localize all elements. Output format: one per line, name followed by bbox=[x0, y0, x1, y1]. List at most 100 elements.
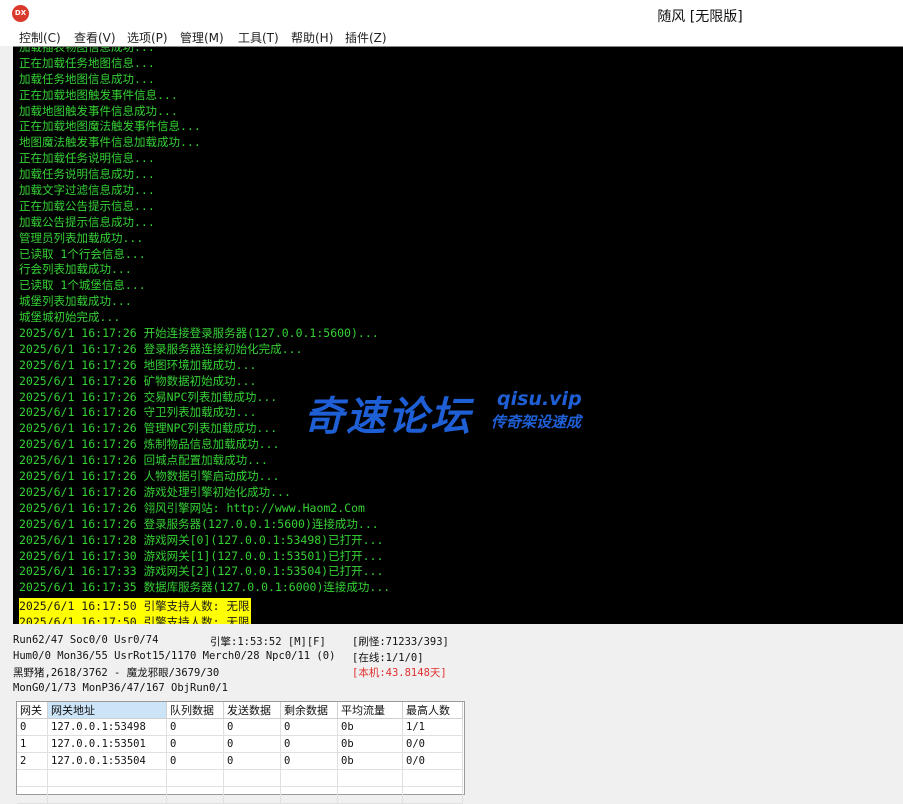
watermark-subtitle: 传奇架设速成 bbox=[491, 413, 582, 431]
log-line: 2025/6/1 16:17:26 登录服务器连接初始化完成... bbox=[19, 341, 303, 356]
status-run: Run62/47 Soc0/0 Usr0/74 bbox=[13, 634, 159, 646]
table-cell bbox=[337, 769, 403, 787]
log-line: 已读取 1个城堡信息... bbox=[19, 278, 146, 293]
table-cell bbox=[166, 769, 224, 787]
log-line: 加载公告提示信息成功... bbox=[19, 214, 155, 229]
log-line: 2025/6/1 16:17:35 数据库服务器(127.0.0.1:6000)… bbox=[19, 580, 391, 595]
log-line-highlighted: 2025/6/1 16:17:50 引擎支持人数: 无限 bbox=[19, 614, 252, 624]
table-row-empty bbox=[17, 786, 463, 804]
table-cell: 127.0.0.1:53498 bbox=[47, 718, 167, 736]
menu-control[interactable]: 控制(C) bbox=[19, 29, 61, 46]
table-cell: 2 bbox=[17, 752, 48, 770]
table-row-empty bbox=[17, 769, 463, 787]
table-cell bbox=[223, 769, 281, 787]
col-avg-traffic[interactable]: 平均流量 bbox=[337, 702, 403, 719]
log-line: 正在加载公告提示信息... bbox=[19, 198, 155, 213]
table-cell bbox=[47, 769, 167, 787]
log-line: 加载插表物图信息成功... bbox=[19, 46, 155, 54]
table-cell: 0 bbox=[223, 735, 281, 753]
log-line: 城堡列表加载成功... bbox=[19, 294, 132, 309]
table-cell: 0 bbox=[280, 752, 338, 770]
table-cell: 0b bbox=[337, 735, 403, 753]
log-console[interactable]: 加载插表物图信息成功... 正在加载任务地图信息... 加载任务地图信息成功... 正… bbox=[13, 46, 903, 624]
table-cell: 0b bbox=[337, 752, 403, 770]
window-title: 随风 [无限版] bbox=[657, 9, 743, 25]
menu-tools[interactable]: 工具(T) bbox=[238, 29, 279, 46]
table-cell bbox=[337, 786, 403, 804]
col-remaining[interactable]: 剩余数据 bbox=[280, 702, 338, 719]
table-cell: 0 bbox=[17, 718, 48, 736]
status-hum: Hum0/0 Mon36/55 UsrRot15/1170 Merch0/28 … bbox=[13, 650, 336, 662]
col-address[interactable]: 网关地址 bbox=[47, 702, 167, 719]
log-line: 加载任务地图信息成功... bbox=[19, 71, 155, 86]
menu-help[interactable]: 帮助(H) bbox=[291, 29, 333, 46]
watermark-logo: 奇速论坛 bbox=[304, 394, 472, 440]
table-cell: 0 bbox=[223, 718, 281, 736]
log-lines: 加载插表物图信息成功... 正在加载任务地图信息... 加载任务地图信息成功... 正… bbox=[19, 46, 903, 624]
table-row[interactable]: 0 127.0.0.1:53498 0 0 0 0b 1/1 bbox=[17, 718, 463, 736]
table-row[interactable]: 2 127.0.0.1:53504 0 0 0 0b 0/0 bbox=[17, 752, 463, 770]
menu-options[interactable]: 选项(P) bbox=[127, 29, 168, 46]
col-max-users[interactable]: 最高人数 bbox=[402, 702, 463, 719]
table-cell: 0 bbox=[223, 752, 281, 770]
menu-view[interactable]: 查看(V) bbox=[74, 29, 116, 46]
table-cell bbox=[280, 786, 338, 804]
table-cell: 1/1 bbox=[402, 718, 463, 736]
status-online: [在线:1/1/0] bbox=[352, 652, 424, 664]
log-line: 加载地图触发事件信息成功... bbox=[19, 103, 178, 118]
status-panel: Run62/47 Soc0/0 Usr0/74 引擎:1:53:52 [M][F… bbox=[0, 626, 903, 700]
table-cell: 0 bbox=[166, 752, 224, 770]
log-line: 2025/6/1 16:17:26 人物数据引擎启动成功... bbox=[19, 469, 280, 484]
log-line: 行会列表加载成功... bbox=[19, 262, 132, 277]
table-cell bbox=[47, 786, 167, 804]
col-gateway[interactable]: 网关 bbox=[17, 702, 48, 719]
app-icon[interactable]: DX bbox=[12, 5, 29, 22]
table-cell bbox=[402, 769, 463, 787]
table-cell: 0/0 bbox=[402, 735, 463, 753]
table-cell: 0/0 bbox=[402, 752, 463, 770]
log-line: 2025/6/1 16:17:26 回城点配置加载成功... bbox=[19, 453, 268, 468]
log-line: 2025/6/1 16:17:26 游戏处理引擎初始化成功... bbox=[19, 484, 291, 499]
log-line: 2025/6/1 16:17:26 地图环境加载成功... bbox=[19, 357, 257, 372]
table-cell: 127.0.0.1:53501 bbox=[47, 735, 167, 753]
menu-plugins[interactable]: 插件(Z) bbox=[345, 29, 387, 46]
log-line: 2025/6/1 16:17:26 翎风引擎网站: http://www.Hao… bbox=[19, 500, 365, 515]
gateway-table: 网关 网关地址 队列数据 发送数据 剩余数据 平均流量 最高人数 0 127.0.… bbox=[17, 702, 463, 804]
menu-bar: 控制(C) 查看(V) 选项(P) 管理(M) 工具(T) 帮助(H) 插件(Z… bbox=[0, 28, 903, 46]
log-line: 正在加载地图触发事件信息... bbox=[19, 87, 178, 102]
table-cell: 1 bbox=[17, 735, 48, 753]
table-cell: 0b bbox=[337, 718, 403, 736]
table-cell bbox=[166, 786, 224, 804]
table-cell bbox=[280, 769, 338, 787]
log-line: 已读取 1个行会信息... bbox=[19, 246, 146, 261]
table-cell: 0 bbox=[280, 735, 338, 753]
table-cell: 0 bbox=[280, 718, 338, 736]
log-line: 2025/6/1 16:17:33 游戏网关[2](127.0.0.1:5350… bbox=[19, 564, 384, 579]
log-line: 加载任务说明信息成功... bbox=[19, 167, 155, 182]
table-cell: 0 bbox=[166, 718, 224, 736]
status-local: [本机:43.8148天] bbox=[352, 667, 447, 679]
log-line: 2025/6/1 16:17:28 游戏网关[0](127.0.0.1:5349… bbox=[19, 532, 384, 547]
table-cell: 127.0.0.1:53504 bbox=[47, 752, 167, 770]
col-queue[interactable]: 队列数据 bbox=[166, 702, 224, 719]
log-line: 正在加载地图魔法触发事件信息... bbox=[19, 119, 201, 134]
log-line: 正在加载任务说明信息... bbox=[19, 151, 155, 166]
status-map: 黑野猪,2618/3762 - 魔龙邪眼/3679/30 bbox=[13, 667, 220, 679]
log-line: 管理员列表加载成功... bbox=[19, 230, 144, 245]
menu-manage[interactable]: 管理(M) bbox=[180, 29, 224, 46]
table-cell bbox=[402, 786, 463, 804]
log-line: 城堡城初始完成... bbox=[19, 310, 121, 325]
watermark-url: qisu.vip bbox=[497, 388, 582, 410]
gateway-table-container[interactable]: 网关 网关地址 队列数据 发送数据 剩余数据 平均流量 最高人数 0 127.0.… bbox=[16, 701, 465, 804]
log-line: 2025/6/1 16:17:26 登录服务器(127.0.0.1:5600)连… bbox=[19, 516, 379, 531]
status-refresh: [刷怪:71233/393] bbox=[352, 636, 449, 648]
log-line: 地图魔法触发事件信息加载成功... bbox=[19, 135, 201, 150]
table-cell: 0 bbox=[166, 735, 224, 753]
log-line: 加载文字过滤信息成功... bbox=[19, 183, 155, 198]
status-engine: 引擎:1:53:52 [M][F] bbox=[210, 636, 326, 648]
log-line: 2025/6/1 16:17:30 游戏网关[1](127.0.0.1:5350… bbox=[19, 548, 384, 563]
status-mong: MonG0/1/73 MonP36/47/167 ObjRun0/1 bbox=[13, 682, 228, 694]
table-cell bbox=[17, 786, 48, 804]
col-sent[interactable]: 发送数据 bbox=[223, 702, 281, 719]
table-row[interactable]: 1 127.0.0.1:53501 0 0 0 0b 0/0 bbox=[17, 735, 463, 753]
